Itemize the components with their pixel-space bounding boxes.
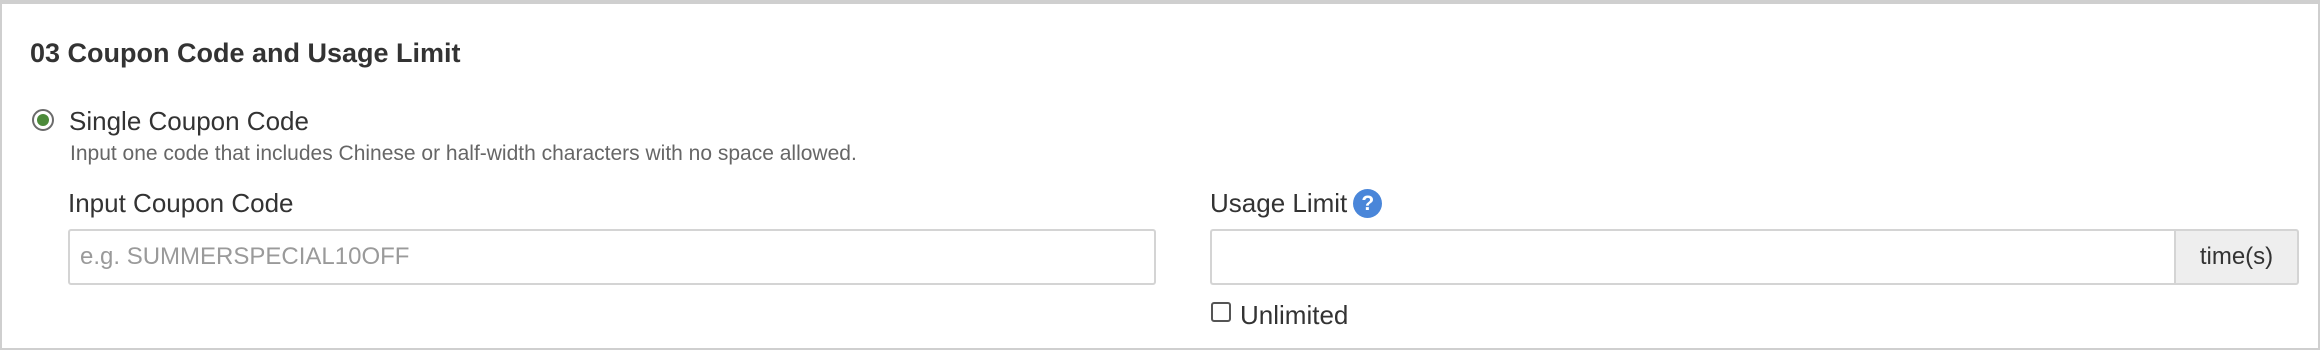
single-coupon-code-label[interactable]: Single Coupon Code	[69, 106, 309, 137]
unlimited-label[interactable]: Unlimited	[1240, 300, 1348, 331]
single-coupon-code-help-text: Input one code that includes Chinese or …	[70, 142, 857, 165]
coupon-code-input[interactable]	[68, 229, 1156, 285]
usage-limit-label: Usage Limit	[1210, 188, 1348, 218]
usage-limit-unit-addon: time(s)	[2174, 229, 2299, 285]
coupon-code-usage-limit-panel: 03 Coupon Code and Usage Limit Single Co…	[0, 0, 2320, 350]
coupon-code-label: Input Coupon Code	[68, 188, 294, 218]
unlimited-checkbox[interactable]	[1211, 302, 1231, 322]
section-title: 03 Coupon Code and Usage Limit	[30, 38, 461, 68]
usage-limit-label-group: Usage Limit ?	[1210, 188, 1383, 219]
question-circle-icon[interactable]: ?	[1353, 189, 1383, 218]
usage-limit-input[interactable]	[1210, 229, 2175, 285]
single-coupon-code-radio[interactable]	[32, 109, 54, 131]
